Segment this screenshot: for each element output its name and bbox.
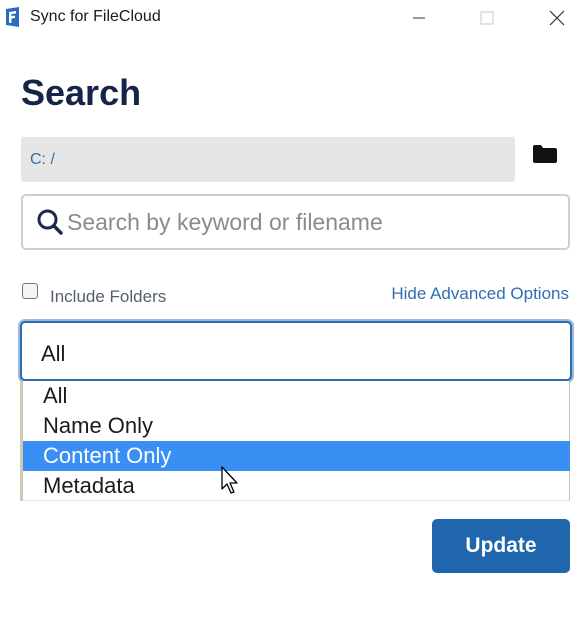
search-box[interactable] — [21, 194, 570, 250]
folder-icon[interactable] — [532, 143, 558, 165]
minimize-icon — [413, 17, 425, 19]
option-content-only[interactable]: Content Only — [23, 441, 570, 471]
search-icon — [37, 209, 63, 235]
hide-advanced-options-link[interactable]: Hide Advanced Options — [391, 284, 569, 304]
option-metadata[interactable]: Metadata — [23, 471, 570, 501]
title-bar: Sync for FileCloud — [0, 0, 588, 36]
close-icon — [549, 10, 565, 26]
window-title: Sync for FileCloud — [30, 8, 161, 25]
update-button[interactable]: Update — [432, 519, 570, 573]
path-value: C: / — [30, 151, 55, 168]
option-name-only[interactable]: Name Only — [23, 411, 570, 441]
search-input[interactable] — [67, 206, 557, 238]
page-title: Search — [21, 72, 142, 113]
option-all[interactable]: All — [23, 381, 570, 411]
search-type-select[interactable]: All — [20, 321, 572, 381]
search-type-dropdown: All Name Only Content Only Metadata — [22, 381, 570, 501]
close-button[interactable] — [534, 0, 580, 36]
filecloud-logo-icon — [6, 7, 19, 27]
mouse-cursor-icon — [221, 466, 238, 494]
path-field: C: / — [21, 137, 515, 182]
include-folders-checkbox[interactable] — [22, 283, 38, 299]
minimize-button[interactable] — [396, 0, 442, 36]
maximize-icon — [480, 11, 494, 25]
include-folders-label[interactable]: Include Folders — [50, 287, 166, 307]
maximize-button[interactable] — [464, 0, 510, 36]
search-type-selected: All — [41, 341, 66, 366]
